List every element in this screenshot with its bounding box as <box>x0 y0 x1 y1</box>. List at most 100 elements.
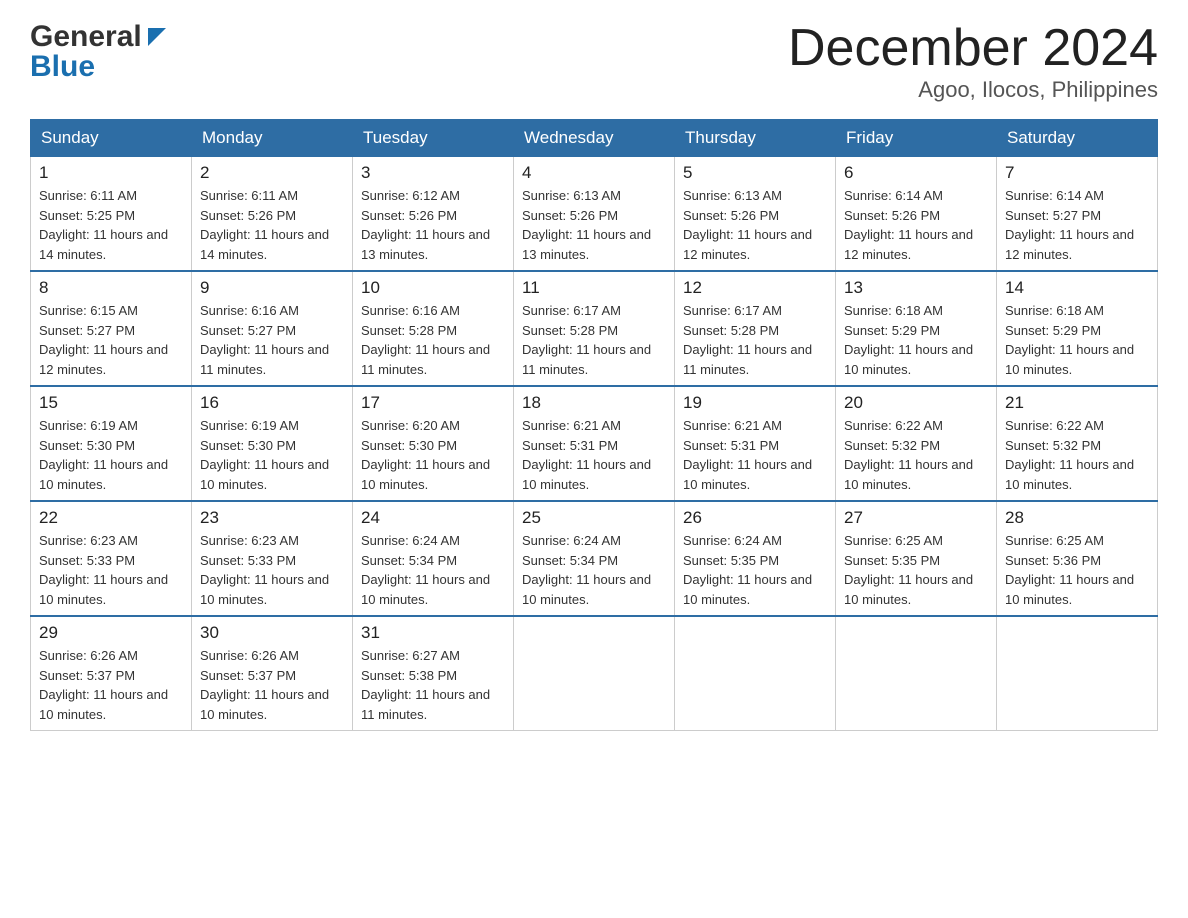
col-header-wednesday: Wednesday <box>514 120 675 157</box>
calendar-cell: 22 Sunrise: 6:23 AM Sunset: 5:33 PM Dayl… <box>31 501 192 616</box>
day-info: Sunrise: 6:24 AM Sunset: 5:35 PM Dayligh… <box>683 531 827 609</box>
day-info: Sunrise: 6:25 AM Sunset: 5:35 PM Dayligh… <box>844 531 988 609</box>
logo-arrow-icon <box>146 26 168 53</box>
day-info: Sunrise: 6:11 AM Sunset: 5:25 PM Dayligh… <box>39 186 183 264</box>
calendar-cell: 24 Sunrise: 6:24 AM Sunset: 5:34 PM Dayl… <box>353 501 514 616</box>
calendar-cell: 4 Sunrise: 6:13 AM Sunset: 5:26 PM Dayli… <box>514 157 675 272</box>
calendar-cell: 29 Sunrise: 6:26 AM Sunset: 5:37 PM Dayl… <box>31 616 192 731</box>
calendar-week-row: 1 Sunrise: 6:11 AM Sunset: 5:25 PM Dayli… <box>31 157 1158 272</box>
calendar-cell: 27 Sunrise: 6:25 AM Sunset: 5:35 PM Dayl… <box>836 501 997 616</box>
day-info: Sunrise: 6:17 AM Sunset: 5:28 PM Dayligh… <box>683 301 827 379</box>
logo: General Blue <box>30 20 168 84</box>
day-number: 21 <box>1005 393 1149 413</box>
calendar-cell: 17 Sunrise: 6:20 AM Sunset: 5:30 PM Dayl… <box>353 386 514 501</box>
calendar-cell <box>514 616 675 731</box>
calendar-cell: 14 Sunrise: 6:18 AM Sunset: 5:29 PM Dayl… <box>997 271 1158 386</box>
day-number: 29 <box>39 623 183 643</box>
day-number: 25 <box>522 508 666 528</box>
calendar-cell: 7 Sunrise: 6:14 AM Sunset: 5:27 PM Dayli… <box>997 157 1158 272</box>
calendar-cell: 3 Sunrise: 6:12 AM Sunset: 5:26 PM Dayli… <box>353 157 514 272</box>
calendar-table: SundayMondayTuesdayWednesdayThursdayFrid… <box>30 119 1158 731</box>
day-number: 12 <box>683 278 827 298</box>
calendar-cell: 16 Sunrise: 6:19 AM Sunset: 5:30 PM Dayl… <box>192 386 353 501</box>
day-number: 18 <box>522 393 666 413</box>
calendar-cell: 31 Sunrise: 6:27 AM Sunset: 5:38 PM Dayl… <box>353 616 514 731</box>
day-info: Sunrise: 6:21 AM Sunset: 5:31 PM Dayligh… <box>683 416 827 494</box>
calendar-cell: 13 Sunrise: 6:18 AM Sunset: 5:29 PM Dayl… <box>836 271 997 386</box>
day-info: Sunrise: 6:17 AM Sunset: 5:28 PM Dayligh… <box>522 301 666 379</box>
day-number: 31 <box>361 623 505 643</box>
calendar-cell: 15 Sunrise: 6:19 AM Sunset: 5:30 PM Dayl… <box>31 386 192 501</box>
day-info: Sunrise: 6:18 AM Sunset: 5:29 PM Dayligh… <box>1005 301 1149 379</box>
calendar-cell: 20 Sunrise: 6:22 AM Sunset: 5:32 PM Dayl… <box>836 386 997 501</box>
col-header-saturday: Saturday <box>997 120 1158 157</box>
title-section: December 2024 Agoo, Ilocos, Philippines <box>788 20 1158 103</box>
calendar-cell <box>997 616 1158 731</box>
day-number: 7 <box>1005 163 1149 183</box>
logo-general-text: General <box>30 20 142 54</box>
calendar-week-row: 22 Sunrise: 6:23 AM Sunset: 5:33 PM Dayl… <box>31 501 1158 616</box>
day-number: 24 <box>361 508 505 528</box>
day-info: Sunrise: 6:14 AM Sunset: 5:26 PM Dayligh… <box>844 186 988 264</box>
day-info: Sunrise: 6:19 AM Sunset: 5:30 PM Dayligh… <box>200 416 344 494</box>
calendar-cell: 12 Sunrise: 6:17 AM Sunset: 5:28 PM Dayl… <box>675 271 836 386</box>
day-number: 23 <box>200 508 344 528</box>
day-info: Sunrise: 6:22 AM Sunset: 5:32 PM Dayligh… <box>1005 416 1149 494</box>
day-number: 19 <box>683 393 827 413</box>
day-number: 1 <box>39 163 183 183</box>
day-info: Sunrise: 6:11 AM Sunset: 5:26 PM Dayligh… <box>200 186 344 264</box>
day-number: 22 <box>39 508 183 528</box>
calendar-cell <box>836 616 997 731</box>
day-number: 10 <box>361 278 505 298</box>
calendar-cell: 19 Sunrise: 6:21 AM Sunset: 5:31 PM Dayl… <box>675 386 836 501</box>
day-info: Sunrise: 6:20 AM Sunset: 5:30 PM Dayligh… <box>361 416 505 494</box>
calendar-header-row: SundayMondayTuesdayWednesdayThursdayFrid… <box>31 120 1158 157</box>
day-info: Sunrise: 6:16 AM Sunset: 5:27 PM Dayligh… <box>200 301 344 379</box>
page-header: General Blue December 2024 Agoo, Ilocos,… <box>30 20 1158 103</box>
month-title: December 2024 <box>788 20 1158 77</box>
day-info: Sunrise: 6:15 AM Sunset: 5:27 PM Dayligh… <box>39 301 183 379</box>
day-number: 26 <box>683 508 827 528</box>
location-title: Agoo, Ilocos, Philippines <box>788 77 1158 103</box>
day-number: 17 <box>361 393 505 413</box>
calendar-week-row: 8 Sunrise: 6:15 AM Sunset: 5:27 PM Dayli… <box>31 271 1158 386</box>
col-header-sunday: Sunday <box>31 120 192 157</box>
day-number: 6 <box>844 163 988 183</box>
day-info: Sunrise: 6:22 AM Sunset: 5:32 PM Dayligh… <box>844 416 988 494</box>
calendar-week-row: 15 Sunrise: 6:19 AM Sunset: 5:30 PM Dayl… <box>31 386 1158 501</box>
calendar-cell: 28 Sunrise: 6:25 AM Sunset: 5:36 PM Dayl… <box>997 501 1158 616</box>
day-info: Sunrise: 6:14 AM Sunset: 5:27 PM Dayligh… <box>1005 186 1149 264</box>
day-info: Sunrise: 6:26 AM Sunset: 5:37 PM Dayligh… <box>200 646 344 724</box>
day-number: 9 <box>200 278 344 298</box>
day-number: 20 <box>844 393 988 413</box>
calendar-cell: 11 Sunrise: 6:17 AM Sunset: 5:28 PM Dayl… <box>514 271 675 386</box>
day-number: 2 <box>200 163 344 183</box>
day-info: Sunrise: 6:21 AM Sunset: 5:31 PM Dayligh… <box>522 416 666 494</box>
day-info: Sunrise: 6:24 AM Sunset: 5:34 PM Dayligh… <box>361 531 505 609</box>
calendar-week-row: 29 Sunrise: 6:26 AM Sunset: 5:37 PM Dayl… <box>31 616 1158 731</box>
calendar-cell: 8 Sunrise: 6:15 AM Sunset: 5:27 PM Dayli… <box>31 271 192 386</box>
calendar-cell: 9 Sunrise: 6:16 AM Sunset: 5:27 PM Dayli… <box>192 271 353 386</box>
col-header-tuesday: Tuesday <box>353 120 514 157</box>
day-info: Sunrise: 6:13 AM Sunset: 5:26 PM Dayligh… <box>683 186 827 264</box>
day-info: Sunrise: 6:27 AM Sunset: 5:38 PM Dayligh… <box>361 646 505 724</box>
day-number: 15 <box>39 393 183 413</box>
col-header-thursday: Thursday <box>675 120 836 157</box>
calendar-cell: 26 Sunrise: 6:24 AM Sunset: 5:35 PM Dayl… <box>675 501 836 616</box>
day-info: Sunrise: 6:25 AM Sunset: 5:36 PM Dayligh… <box>1005 531 1149 609</box>
calendar-cell: 6 Sunrise: 6:14 AM Sunset: 5:26 PM Dayli… <box>836 157 997 272</box>
calendar-cell <box>675 616 836 731</box>
day-number: 30 <box>200 623 344 643</box>
col-header-friday: Friday <box>836 120 997 157</box>
day-number: 14 <box>1005 278 1149 298</box>
logo-blue-text: Blue <box>30 50 95 84</box>
day-number: 28 <box>1005 508 1149 528</box>
calendar-cell: 23 Sunrise: 6:23 AM Sunset: 5:33 PM Dayl… <box>192 501 353 616</box>
calendar-cell: 30 Sunrise: 6:26 AM Sunset: 5:37 PM Dayl… <box>192 616 353 731</box>
day-info: Sunrise: 6:23 AM Sunset: 5:33 PM Dayligh… <box>200 531 344 609</box>
day-number: 13 <box>844 278 988 298</box>
calendar-cell: 21 Sunrise: 6:22 AM Sunset: 5:32 PM Dayl… <box>997 386 1158 501</box>
col-header-monday: Monday <box>192 120 353 157</box>
day-number: 8 <box>39 278 183 298</box>
day-number: 16 <box>200 393 344 413</box>
